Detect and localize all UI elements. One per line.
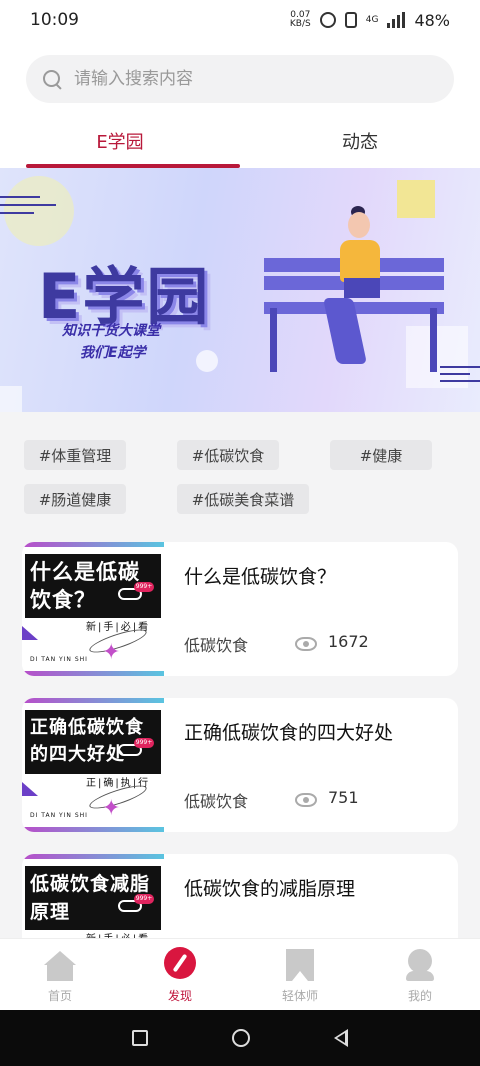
tab-e-school[interactable]: E学园 bbox=[0, 120, 240, 168]
person-illustration bbox=[348, 212, 370, 238]
laptop-illustration bbox=[344, 278, 380, 298]
eye-icon bbox=[295, 637, 317, 651]
view-count: 751 bbox=[328, 788, 359, 807]
banner-decoration-square bbox=[0, 386, 22, 412]
sparkle-icon: ✦ bbox=[102, 640, 121, 665]
thumbnail-footer: DI TAN YIN SHI bbox=[30, 656, 88, 663]
network-speed: 0.07 KB/S bbox=[290, 11, 311, 29]
banner-subtitle: 知识干货大课堂 bbox=[62, 323, 160, 339]
bookmark-icon bbox=[286, 949, 314, 981]
tag-chip[interactable]: #肠道健康 bbox=[24, 484, 126, 514]
tag-chip[interactable]: #健康 bbox=[330, 440, 432, 470]
tag-list: #体重管理 #低碳饮食 #健康 #肠道健康 #低碳美食菜谱 bbox=[0, 412, 480, 540]
search-input[interactable] bbox=[74, 69, 434, 89]
article-title: 什么是低碳饮食？ bbox=[184, 566, 337, 588]
home-icon bbox=[44, 951, 76, 981]
nav-label: 我的 bbox=[407, 989, 432, 1003]
view-count: 1672 bbox=[328, 632, 369, 651]
tag-chip[interactable]: #体重管理 bbox=[24, 440, 126, 470]
banner-decoration-lines bbox=[0, 196, 56, 220]
thumbnail-footer: DI TAN YIN SHI bbox=[30, 812, 88, 819]
signal-icon bbox=[387, 12, 406, 28]
banner[interactable]: E学园 知识干货大课堂 我们E起学 bbox=[0, 168, 480, 412]
article-thumbnail: 什么是低碳饮食？ 999+ 新|手|必|看 ✦ DI TAN YIN SHI bbox=[22, 542, 164, 676]
header: E学园 动态 bbox=[0, 40, 480, 168]
vibrate-icon bbox=[344, 12, 357, 28]
nav-profile[interactable]: 我的 bbox=[360, 939, 480, 1010]
article-category: 低碳饮食 bbox=[184, 792, 249, 811]
profile-icon bbox=[406, 949, 434, 981]
tab-bar: E学园 动态 bbox=[0, 120, 480, 168]
tab-feed[interactable]: 动态 bbox=[240, 120, 480, 168]
thumbnail-badge: 999+ bbox=[134, 582, 154, 592]
nav-coach[interactable]: 轻体师 bbox=[240, 939, 360, 1010]
banner-subtitle: 我们E起学 bbox=[80, 345, 146, 361]
sparkle-icon: ✦ bbox=[102, 796, 121, 821]
nav-home[interactable]: 首页 bbox=[0, 939, 120, 1010]
battery-level: 48% bbox=[414, 10, 450, 30]
tag-chip[interactable]: #低碳美食菜谱 bbox=[177, 484, 309, 514]
article-category: 低碳饮食 bbox=[184, 636, 249, 655]
status-bar: 10:09 0.07 KB/S 4G 48% bbox=[0, 0, 480, 40]
article-title: 低碳饮食的减脂原理 bbox=[184, 878, 356, 900]
banner-decoration-dot bbox=[196, 350, 218, 372]
banner-decoration-lines bbox=[440, 366, 480, 387]
banner-decoration-square bbox=[397, 180, 435, 218]
network-type: 4G bbox=[365, 15, 379, 25]
tag-chip[interactable]: #低碳饮食 bbox=[177, 440, 279, 470]
search-icon bbox=[42, 69, 62, 89]
network-speed-unit: KB/S bbox=[289, 19, 311, 29]
status-time: 10:09 bbox=[30, 10, 79, 30]
system-nav-bar bbox=[0, 1010, 480, 1066]
person-illustration bbox=[340, 240, 380, 282]
nav-discover[interactable]: 发现 bbox=[120, 939, 240, 1010]
search-bar[interactable] bbox=[26, 55, 454, 103]
eye-icon bbox=[295, 793, 317, 807]
bottom-nav: 首页 发现 轻体师 我的 bbox=[0, 938, 480, 1010]
discover-icon bbox=[164, 947, 196, 979]
home-button-icon[interactable] bbox=[232, 1029, 250, 1047]
status-icons: 0.07 KB/S 4G 48% bbox=[290, 11, 450, 30]
article-title: 正确低碳饮食的四大好处 bbox=[184, 722, 394, 744]
nav-label: 轻体师 bbox=[281, 989, 318, 1003]
article-card[interactable]: 正确低碳饮食的四大好处 999+ 正|确|执|行 ✦ DI TAN YIN SH… bbox=[22, 698, 458, 832]
nav-label: 发现 bbox=[167, 989, 192, 1003]
thumbnail-badge: 999+ bbox=[134, 738, 154, 748]
article-card[interactable]: 什么是低碳饮食？ 999+ 新|手|必|看 ✦ DI TAN YIN SHI 什… bbox=[22, 542, 458, 676]
recent-apps-icon[interactable] bbox=[132, 1030, 148, 1046]
nav-label: 首页 bbox=[47, 989, 72, 1003]
back-icon[interactable] bbox=[334, 1029, 348, 1047]
thumbnail-badge: 999+ bbox=[134, 894, 154, 904]
article-thumbnail: 正确低碳饮食的四大好处 999+ 正|确|执|行 ✦ DI TAN YIN SH… bbox=[22, 698, 164, 832]
alarm-icon bbox=[319, 12, 336, 28]
